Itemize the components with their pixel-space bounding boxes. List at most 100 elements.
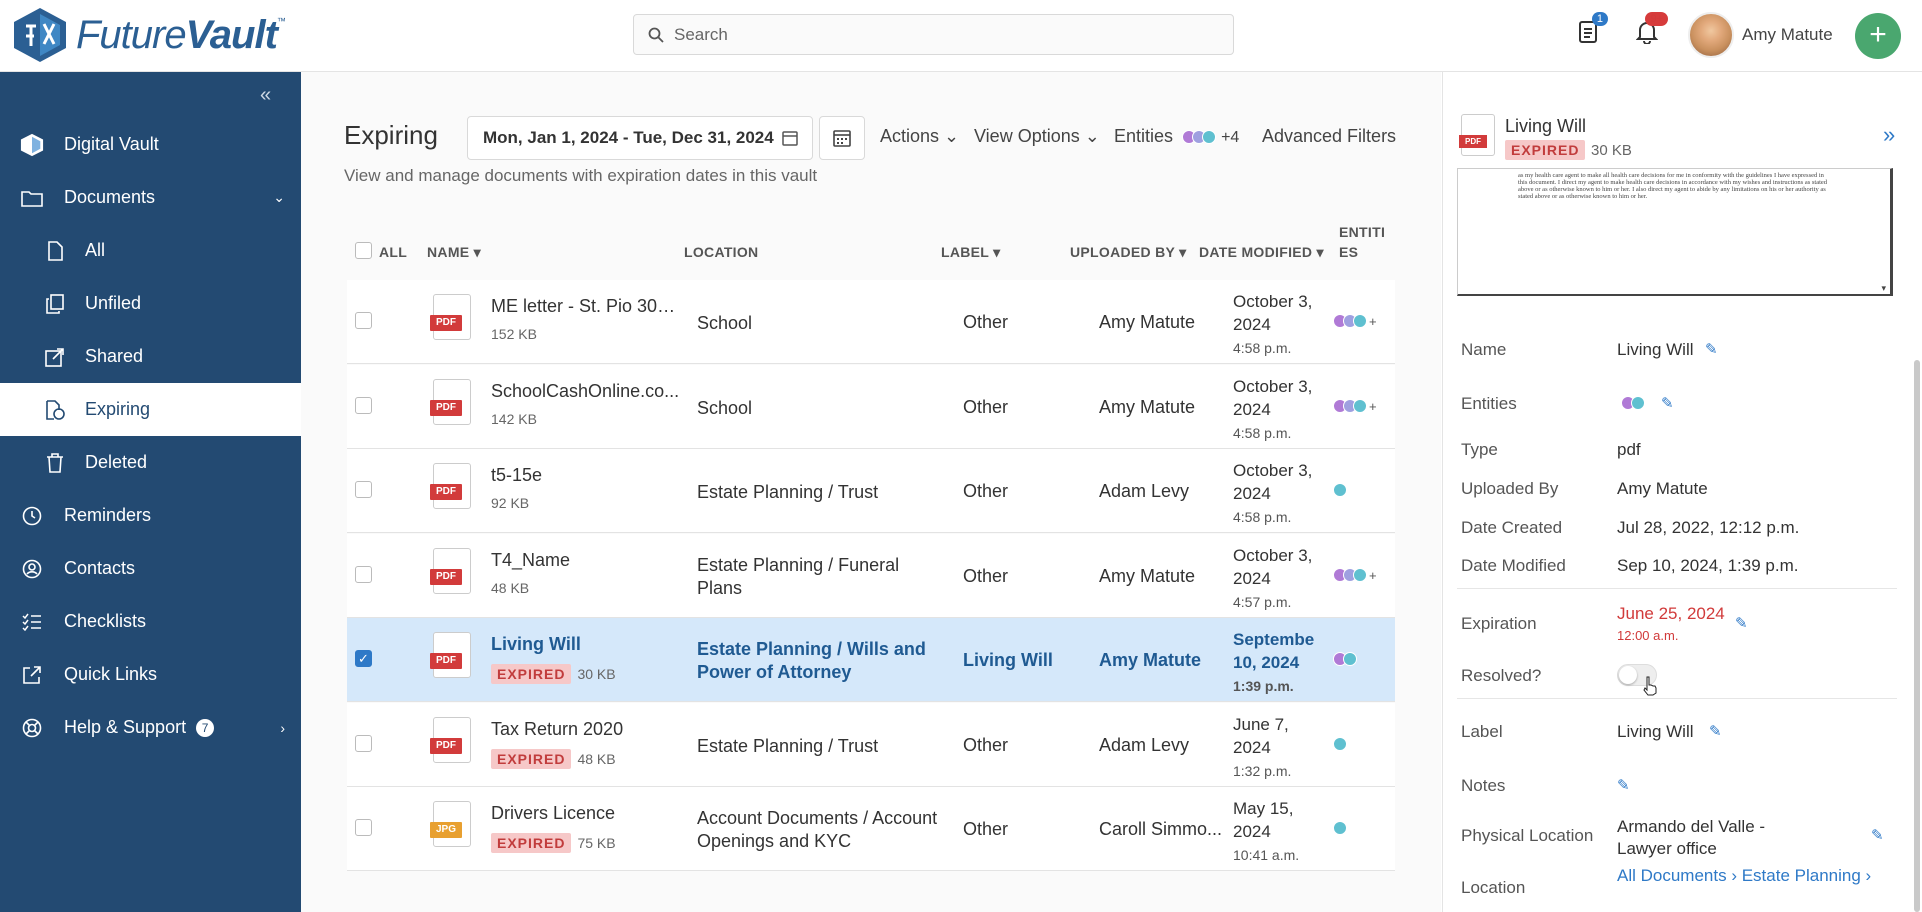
close-panel-icon[interactable]: » <box>1883 122 1895 148</box>
time-value: 4:57 p.m. <box>1233 593 1292 610</box>
sidebar-item-label: All <box>85 240 106 260</box>
entity-dot <box>1353 567 1367 582</box>
column-all: ALL <box>379 244 408 260</box>
file-name[interactable]: Drivers Licence <box>491 803 681 824</box>
field-value-label: Living Will <box>1617 722 1694 741</box>
column-label[interactable]: LABEL ▾ <box>941 244 1000 261</box>
sidebar-item-all[interactable]: All <box>0 224 301 277</box>
file-name[interactable]: ME letter - St. Pio 30Se... <box>491 296 681 317</box>
sidebar-item-label: Quick Links <box>64 664 158 684</box>
sidebar-item-unfiled[interactable]: Unfiled <box>0 277 301 330</box>
panel-file-size: 30 KB <box>1591 142 1632 159</box>
sidebar-item-label: Reminders <box>64 505 152 525</box>
date-range-value: Mon, Jan 1, 2024 - Tue, Dec 31, 2024 <box>483 128 774 147</box>
edit-label-icon[interactable]: ✎ <box>1709 722 1722 740</box>
file-uploaded-by: Amy Matute <box>1099 565 1196 586</box>
field-value-type: pdf <box>1617 440 1641 459</box>
sidebar-item-digital-vault[interactable]: Digital Vault <box>0 118 301 171</box>
sidebar-item-deleted[interactable]: Deleted <box>0 436 301 489</box>
file-type-icon: PDF <box>430 547 471 594</box>
add-button[interactable]: + <box>1855 13 1901 59</box>
chevron-down-icon: ⌄ <box>273 189 285 205</box>
notifications-button[interactable]: 9+ <box>1635 12 1668 49</box>
sidebar-item-checklists[interactable]: Checklists <box>0 595 301 648</box>
edit-name-icon[interactable]: ✎ <box>1705 340 1718 358</box>
checklist-icon <box>20 610 44 634</box>
file-name[interactable]: Tax Return 2020 <box>491 719 681 740</box>
date-range-picker[interactable]: Mon, Jan 1, 2024 - Tue, Dec 31, 2024 <box>467 116 813 160</box>
sidebar-item-documents[interactable]: Documents ⌄ <box>0 171 301 224</box>
edit-entities-icon[interactable]: ✎ <box>1661 394 1674 412</box>
row-checkbox[interactable] <box>355 481 372 503</box>
field-label-location: Location <box>1461 878 1526 897</box>
column-uploaded-by[interactable]: UPLOADED BY ▾ <box>1070 244 1186 261</box>
file-label: Other <box>963 819 1009 839</box>
calendar-button[interactable] <box>819 116 865 160</box>
avatar[interactable] <box>1688 12 1734 58</box>
date-value: October 3, 2024 <box>1233 545 1313 588</box>
row-checkbox[interactable] <box>355 565 372 588</box>
logo[interactable]: FutureVault ™ <box>12 6 286 64</box>
row-checkbox[interactable]: ✓ <box>355 650 372 668</box>
scroll-down-icon[interactable]: ▾ <box>1881 284 1886 293</box>
column-date-modified[interactable]: DATE MODIFIED ▾ <box>1199 244 1324 261</box>
file-size-line: 48 KB <box>491 580 529 596</box>
folder-icon <box>20 186 44 210</box>
table-row[interactable]: PDF SchoolCashOnline.co... 142 KB School Oth… <box>347 364 1395 449</box>
sidebar-item-reminders[interactable]: Reminders <box>0 489 301 542</box>
search-input[interactable]: Search <box>633 14 1234 55</box>
file-size: 48 KB <box>491 579 530 596</box>
sidebar-item-quick-links[interactable]: Quick Links <box>0 648 301 701</box>
time-value: 10:41 a.m. <box>1233 847 1300 863</box>
file-uploaded-by: Caroll Simmo... <box>1099 819 1223 839</box>
column-name[interactable]: NAME ▾ <box>427 244 481 261</box>
row-checkbox[interactable] <box>355 819 372 841</box>
panel-scrollbar[interactable] <box>1914 360 1920 912</box>
sidebar-item-shared[interactable]: Shared <box>0 330 301 383</box>
table-row[interactable]: PDF Tax Return 2020 EXPIRED 48 KB Estate Pla… <box>347 702 1395 787</box>
file-size-line: EXPIRED 75 KB <box>491 833 616 853</box>
time-value: 1:32 p.m. <box>1233 762 1292 779</box>
page-title: Expiring <box>344 120 438 150</box>
file-location: Estate Planning / Trust <box>697 482 879 502</box>
documents-notification-button[interactable]: 1 <box>1578 12 1608 49</box>
expired-badge: EXPIRED <box>491 748 572 769</box>
sidebar-item-help-support[interactable]: Help & Support 7 › <box>0 701 301 754</box>
row-checkbox[interactable] <box>355 312 372 334</box>
field-value-entities <box>1621 396 1645 410</box>
entities-filter[interactable]: Entities +4 <box>1114 126 1239 147</box>
breadcrumb-estate-planning[interactable]: Estate Planning <box>1742 866 1861 885</box>
file-size: 152 KB <box>491 326 537 342</box>
view-options-dropdown[interactable]: View Options ⌄ <box>974 126 1100 147</box>
select-all-checkbox[interactable] <box>355 242 372 262</box>
file-uploaded-by: Adam Levy <box>1099 734 1190 755</box>
sidebar-item-contacts[interactable]: Contacts <box>0 542 301 595</box>
table-row[interactable]: PDF ME letter - St. Pio 30Se... 152 KB Scho… <box>347 280 1395 364</box>
table-row[interactable]: JPG Drivers Licence EXPIRED 75 KB Account Do… <box>347 787 1395 871</box>
table-row[interactable]: ✓ PDF Living Will EXPIRED 30 KB Estate Planni… <box>347 618 1395 702</box>
file-name[interactable]: T4_Name <box>491 550 681 571</box>
collapse-sidebar-button[interactable]: « <box>260 84 271 107</box>
row-checkbox[interactable] <box>355 734 372 757</box>
edit-expiration-icon[interactable]: ✎ <box>1735 614 1748 632</box>
breadcrumb-all-documents[interactable]: All Documents <box>1617 866 1727 885</box>
file-name[interactable]: SchoolCashOnline.co... <box>491 381 681 402</box>
sidebar-item-expiring[interactable]: Expiring <box>0 383 301 436</box>
advanced-filters-button[interactable]: Advanced Filters <box>1262 126 1396 147</box>
entities-more-count: +4 <box>1221 129 1240 146</box>
file-name[interactable]: t5-15e <box>491 465 681 486</box>
entity-dot <box>1333 736 1347 751</box>
actions-dropdown[interactable]: Actions ⌄ <box>880 126 959 147</box>
file-name[interactable]: Living Will <box>491 634 681 655</box>
document-preview[interactable]: as my health care agent to make all heal… <box>1457 168 1893 296</box>
location-breadcrumb: All Documents › Estate Planning › <box>1617 866 1872 885</box>
user-name[interactable]: Amy Matute <box>1742 25 1833 45</box>
edit-notes-icon[interactable]: ✎ <box>1617 776 1630 794</box>
edit-physical-location-icon[interactable]: ✎ <box>1871 826 1884 844</box>
table-row[interactable]: PDF t5-15e 92 KB Estate Planning / Trust Oth… <box>347 449 1395 533</box>
file-size-line: 152 KB <box>491 326 537 342</box>
table-row[interactable]: PDF T4_Name 48 KB Estate Planning / Funeral… <box>347 533 1395 618</box>
notifications-badge: 9+ <box>1645 12 1668 26</box>
row-checkbox[interactable] <box>355 396 372 419</box>
sidebar-item-label: Checklists <box>64 611 147 631</box>
